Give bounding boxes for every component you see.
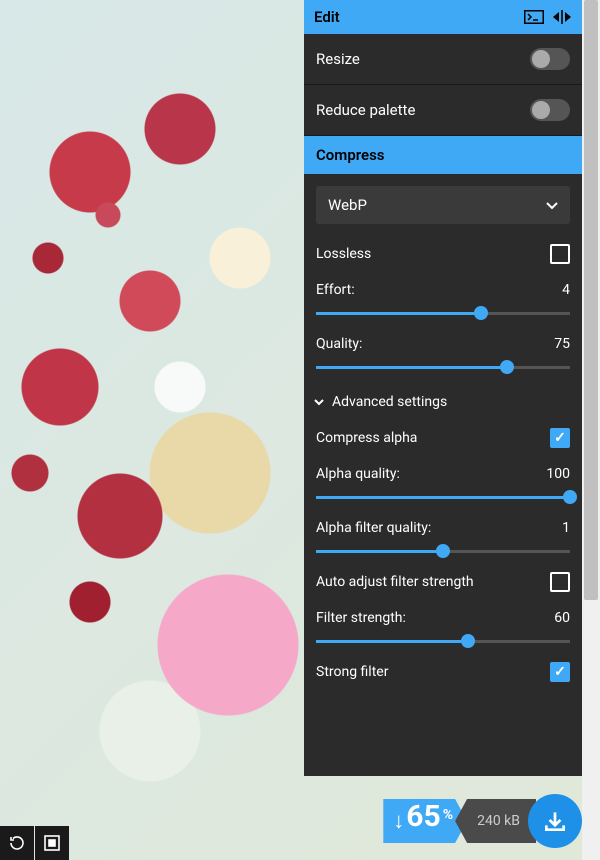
strong-filter-label: Strong filter xyxy=(316,664,388,680)
page-scrollbar[interactable] xyxy=(582,0,600,860)
advanced-label: Advanced settings xyxy=(332,394,447,410)
bottom-left-toolbar xyxy=(0,826,69,860)
chevron-down-icon xyxy=(546,196,558,214)
strong-filter-row: Strong filter xyxy=(304,654,582,690)
chevron-down-icon xyxy=(314,395,324,409)
filter-strength-slider-block: Filter strength: 60 xyxy=(304,600,582,654)
filesize-badge: 240 kB xyxy=(455,799,536,843)
advanced-settings-toggle[interactable]: Advanced settings xyxy=(304,380,582,420)
format-value: WebP xyxy=(328,196,367,214)
alpha-quality-slider-block: Alpha quality: 100 xyxy=(304,456,582,510)
alpha-quality-slider[interactable] xyxy=(316,490,570,504)
reduce-palette-toggle[interactable] xyxy=(530,99,570,121)
panel-title: Edit xyxy=(314,8,516,26)
alpha-quality-label: Alpha quality: xyxy=(316,466,400,482)
compress-alpha-checkbox[interactable] xyxy=(550,428,570,448)
quality-label: Quality: xyxy=(316,336,362,352)
output-bar: ↓ 65 % 240 kB xyxy=(383,794,582,848)
format-select[interactable]: WebP xyxy=(316,186,570,224)
auto-filter-checkbox[interactable] xyxy=(550,572,570,592)
reduction-unit: % xyxy=(443,807,453,823)
auto-filter-label: Auto adjust filter strength xyxy=(316,574,474,590)
alpha-quality-value: 100 xyxy=(546,466,570,482)
alpha-filter-slider-block: Alpha filter quality: 1 xyxy=(304,510,582,564)
scrollbar-thumb[interactable] xyxy=(584,0,598,600)
resize-row: Resize xyxy=(304,34,582,85)
download-button[interactable] xyxy=(528,794,582,848)
reduce-palette-label: Reduce palette xyxy=(316,101,415,119)
strong-filter-checkbox[interactable] xyxy=(550,662,570,682)
effort-slider-block: Effort: 4 xyxy=(304,272,582,326)
filter-strength-slider[interactable] xyxy=(316,634,570,648)
compress-alpha-row: Compress alpha xyxy=(304,420,582,456)
alpha-filter-label: Alpha filter quality: xyxy=(316,520,431,536)
resize-toggle[interactable] xyxy=(530,48,570,70)
filter-strength-value: 60 xyxy=(554,610,570,626)
panel-header: Edit xyxy=(304,0,582,34)
alpha-filter-value: 1 xyxy=(562,520,570,536)
quality-slider-block: Quality: 75 xyxy=(304,326,582,380)
compare-toggle-icon[interactable] xyxy=(552,9,572,25)
reduction-value: 65 xyxy=(406,799,440,834)
resize-label: Resize xyxy=(316,50,360,68)
filter-strength-label: Filter strength: xyxy=(316,610,406,626)
effort-slider[interactable] xyxy=(316,306,570,320)
quality-slider[interactable] xyxy=(316,360,570,374)
effort-value: 4 xyxy=(562,282,570,298)
lossless-label: Lossless xyxy=(316,246,371,262)
arrow-down-icon: ↓ xyxy=(393,808,404,834)
compress-section-header: Compress xyxy=(304,136,582,174)
rotate-button[interactable] xyxy=(0,826,34,860)
reduction-badge: ↓ 65 % xyxy=(383,799,467,843)
quality-value: 75 xyxy=(554,336,570,352)
alpha-filter-slider[interactable] xyxy=(316,544,570,558)
settings-panel: Edit Resize Reduce palette Compress WebP xyxy=(304,0,582,776)
lossless-row: Lossless xyxy=(304,236,582,272)
compress-alpha-label: Compress alpha xyxy=(316,430,417,446)
effort-label: Effort: xyxy=(316,282,355,298)
reduce-palette-row: Reduce palette xyxy=(304,85,582,136)
auto-filter-row: Auto adjust filter strength xyxy=(304,564,582,600)
cli-icon[interactable] xyxy=(524,9,544,25)
lossless-checkbox[interactable] xyxy=(550,244,570,264)
background-toggle-button[interactable] xyxy=(35,826,69,860)
